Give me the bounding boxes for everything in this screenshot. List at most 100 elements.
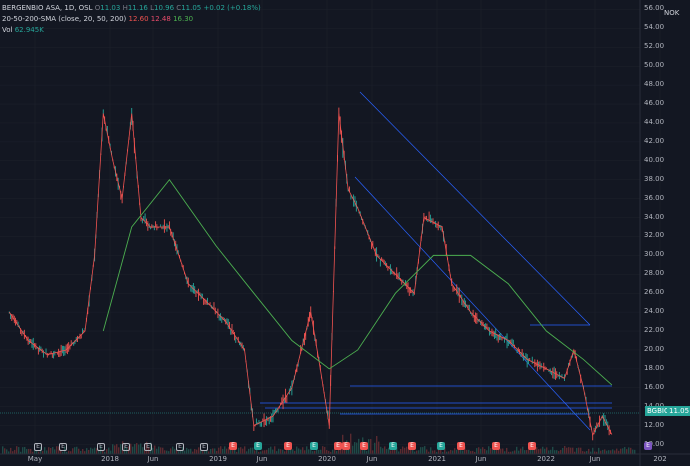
volume-bar xyxy=(274,446,276,454)
volume-bar xyxy=(72,448,74,454)
y-tick-label: 50.00 xyxy=(644,61,665,70)
event-marker[interactable]: E xyxy=(528,442,536,450)
volume-value: 62.945K xyxy=(14,26,44,34)
volume-bar xyxy=(614,450,616,454)
volume-bar xyxy=(490,448,492,454)
volume-bar xyxy=(478,447,480,454)
volume-bar xyxy=(430,447,432,454)
event-marker[interactable]: E xyxy=(644,442,652,450)
volume-bar xyxy=(548,450,550,454)
volume-bar xyxy=(138,444,140,454)
volume-bar xyxy=(244,446,246,454)
volume-bar xyxy=(620,448,622,454)
y-tick-label: 12.00 xyxy=(644,420,665,429)
volume-bar xyxy=(272,449,274,454)
volume-bar xyxy=(476,448,478,454)
event-marker[interactable]: E xyxy=(176,443,184,451)
y-tick-label: 38.00 xyxy=(644,174,665,183)
volume-bar xyxy=(298,448,300,454)
x-tick-label: 2019 xyxy=(209,455,227,463)
volume-row[interactable]: Vol 62.945K xyxy=(2,25,261,36)
volume-bar xyxy=(466,449,468,454)
event-marker[interactable]: E xyxy=(389,442,397,450)
price-chart[interactable] xyxy=(0,0,690,466)
event-marker[interactable]: E xyxy=(144,443,152,451)
volume-bar xyxy=(550,449,552,454)
volume-bar xyxy=(628,447,630,454)
volume-bar xyxy=(514,450,516,454)
volume-label: Vol xyxy=(2,26,13,34)
volume-bar xyxy=(118,447,120,454)
volume-bar xyxy=(74,447,76,454)
volume-bar xyxy=(400,448,402,454)
volume-bar xyxy=(270,446,272,454)
y-tick-label: 20.00 xyxy=(644,344,665,353)
volume-bar xyxy=(302,447,304,454)
sma-row[interactable]: 20-50-200-SMA (close, 20, 50, 200) 12.60… xyxy=(2,14,261,25)
volume-bar xyxy=(608,450,610,454)
volume-bar xyxy=(374,442,376,454)
volume-bar xyxy=(560,449,562,454)
event-marker[interactable]: E xyxy=(310,442,318,450)
event-marker[interactable]: E xyxy=(334,442,342,450)
volume-bar xyxy=(304,450,306,454)
volume-bar xyxy=(222,448,224,454)
volume-bar xyxy=(354,442,356,454)
volume-bar xyxy=(634,449,636,454)
volume-bar xyxy=(380,446,382,454)
volume-bar xyxy=(506,447,508,454)
volume-bar xyxy=(486,450,488,454)
volume-bar xyxy=(378,441,380,454)
x-tick-label: 2022 xyxy=(537,455,555,463)
volume-bar xyxy=(404,447,406,454)
y-tick-label: 28.00 xyxy=(644,269,665,278)
event-marker[interactable]: E xyxy=(284,442,292,450)
event-marker[interactable]: E xyxy=(122,443,130,451)
event-marker[interactable]: E xyxy=(360,442,368,450)
volume-bar xyxy=(318,449,320,454)
event-marker[interactable]: E xyxy=(254,442,262,450)
volume-bar xyxy=(422,447,424,454)
volume-bar xyxy=(76,446,78,454)
x-tick-label: Jun xyxy=(366,455,378,463)
y-tick-label: 24.00 xyxy=(644,307,665,316)
y-tick-label: 56.00 xyxy=(644,4,665,13)
volume-bar xyxy=(22,447,24,454)
event-marker[interactable]: E xyxy=(342,442,350,450)
event-marker[interactable]: E xyxy=(229,442,237,450)
volume-bar xyxy=(82,448,84,454)
volume-bar xyxy=(54,449,56,454)
event-marker[interactable]: E xyxy=(34,443,42,451)
event-marker[interactable]: E xyxy=(437,442,445,450)
volume-bar xyxy=(50,448,52,454)
volume-bar xyxy=(108,447,110,454)
change-value: +0.02 (+0.18%) xyxy=(203,4,261,12)
event-marker[interactable]: E xyxy=(408,442,416,450)
x-tick-label: 202 xyxy=(653,455,667,463)
volume-bar xyxy=(462,450,464,454)
event-marker[interactable]: E xyxy=(97,443,105,451)
volume-bar xyxy=(420,447,422,454)
volume-bar xyxy=(384,446,386,454)
volume-bar xyxy=(250,447,252,454)
volume-bar xyxy=(382,448,384,454)
volume-bar xyxy=(480,448,482,454)
volume-bar xyxy=(542,446,544,454)
symbol-row: BERGENBIO ASA, 1D, OSL O11.03 H11.16 L10… xyxy=(2,4,261,12)
volume-bar xyxy=(536,447,538,454)
event-marker[interactable]: E xyxy=(200,443,208,451)
volume-bar xyxy=(412,449,414,454)
volume-bar xyxy=(602,449,604,454)
event-marker[interactable]: E xyxy=(492,442,500,450)
volume-bar xyxy=(500,448,502,454)
volume-bar xyxy=(368,439,370,454)
volume-bar xyxy=(162,447,164,454)
volume-bar xyxy=(264,450,266,454)
event-marker[interactable]: E xyxy=(59,443,67,451)
y-tick-label: 40.00 xyxy=(644,155,665,164)
volume-bar xyxy=(28,448,30,454)
y-tick-label: 34.00 xyxy=(644,212,665,221)
event-marker[interactable]: E xyxy=(457,442,465,450)
volume-bar xyxy=(326,449,328,454)
volume-bar xyxy=(580,447,582,454)
